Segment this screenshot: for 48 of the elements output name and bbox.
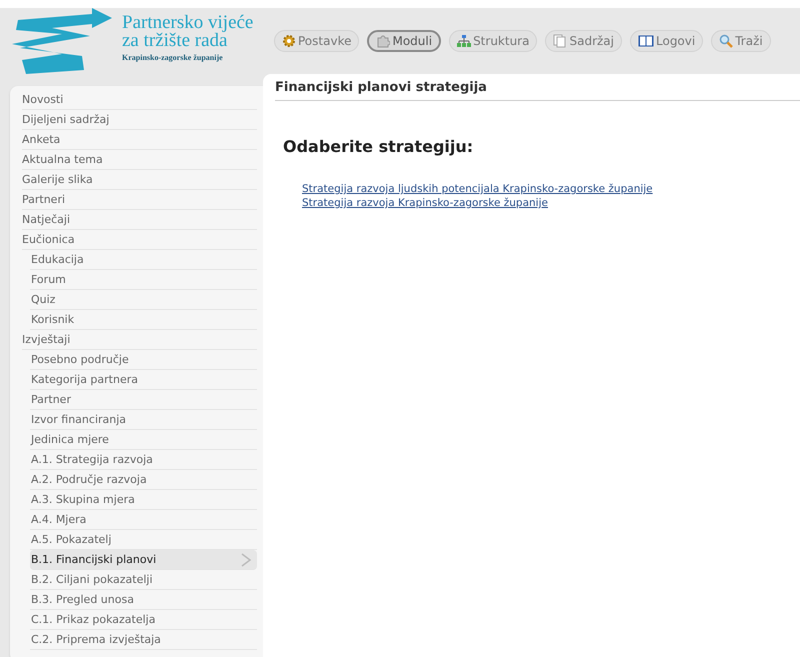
sidebar-item[interactable]: Jedinica mjere (30, 430, 257, 450)
logo-title: za tržište rada (122, 32, 228, 50)
gear-icon (282, 34, 296, 48)
strategy-link[interactable]: Strategija razvoja Krapinsko-zagorske županije (302, 196, 548, 210)
sidebar-item[interactable]: Novosti (22, 90, 257, 110)
sidebar-item[interactable]: B.2. Ciljani pokazatelji (30, 570, 257, 590)
sidebar-item[interactable]: Partneri (22, 190, 257, 210)
sidebar-item[interactable]: Partner (30, 390, 257, 410)
sidebar-item[interactable]: C.1. Prikaz pokazatelja (30, 610, 257, 630)
sidebar-item[interactable]: Dijeljeni sadržaj (22, 110, 257, 130)
sidebar-item[interactable]: Eučionica (22, 230, 257, 250)
sidebar-item[interactable]: Edukacija (30, 250, 257, 270)
sidebar-item[interactable]: A.2. Područje razvoja (30, 470, 257, 490)
sidebar-item[interactable]: A.4. Mjera (30, 510, 257, 530)
sidebar-item[interactable]: Kategorija partnera (30, 370, 257, 390)
sidebar-item[interactable]: Korisnik (30, 310, 257, 330)
sidebar-item[interactable]: A.3. Skupina mjera (30, 490, 257, 510)
sidebar-item[interactable]: Galerije slika (22, 170, 257, 190)
strategy-link[interactable]: Strategija razvoja ljudskih potencijala Krapinsko-zagorske županije (302, 182, 653, 196)
sidebar-item[interactable]: Aktualna tema (22, 150, 257, 170)
chevron-right-icon (239, 552, 253, 566)
ribbon-logo-icon (12, 8, 112, 74)
logo-title: Partnersko vijeće (122, 14, 254, 32)
sidebar-item[interactable]: B.3. Pregled unosa (30, 590, 257, 610)
sidebar-item[interactable]: Anketa (22, 130, 257, 150)
sidebar-item[interactable]: Natječaji (22, 210, 257, 230)
sidebar-item[interactable]: Izvještaji (22, 330, 257, 350)
sidebar-item[interactable]: B.1. Financijski planovi (30, 550, 257, 570)
toolbar-button[interactable]: Struktura (449, 30, 538, 52)
sidebar-item[interactable]: Posebno područje (30, 350, 257, 370)
search-icon (719, 34, 734, 48)
book-icon (638, 34, 654, 48)
section-heading: Odaberite strategiju: (283, 137, 474, 156)
sitemap-icon (457, 34, 472, 48)
toolbar-button[interactable]: Sadržaj (545, 30, 622, 52)
puzzle-icon (376, 34, 390, 48)
logo-subtitle: Krapinsko-zagorske županije (122, 53, 224, 62)
page-title: Financijski planovi strategija (275, 80, 800, 101)
pages-icon (553, 34, 568, 48)
toolbar-button[interactable]: Traži (711, 30, 771, 52)
sidebar-item[interactable]: C.2. Priprema izvještaja (30, 630, 257, 650)
sidebar-item[interactable]: Izvor financiranja (30, 410, 257, 430)
sidebar-item[interactable]: A.1. Strategija razvoja (30, 450, 257, 470)
sidebar-item[interactable]: Quiz (30, 290, 257, 310)
toolbar-button[interactable]: Moduli (367, 30, 442, 52)
sidebar-item[interactable]: Forum (30, 270, 257, 290)
toolbar-button[interactable]: Logovi (630, 30, 704, 52)
toolbar-button[interactable]: Postavke (274, 30, 360, 52)
